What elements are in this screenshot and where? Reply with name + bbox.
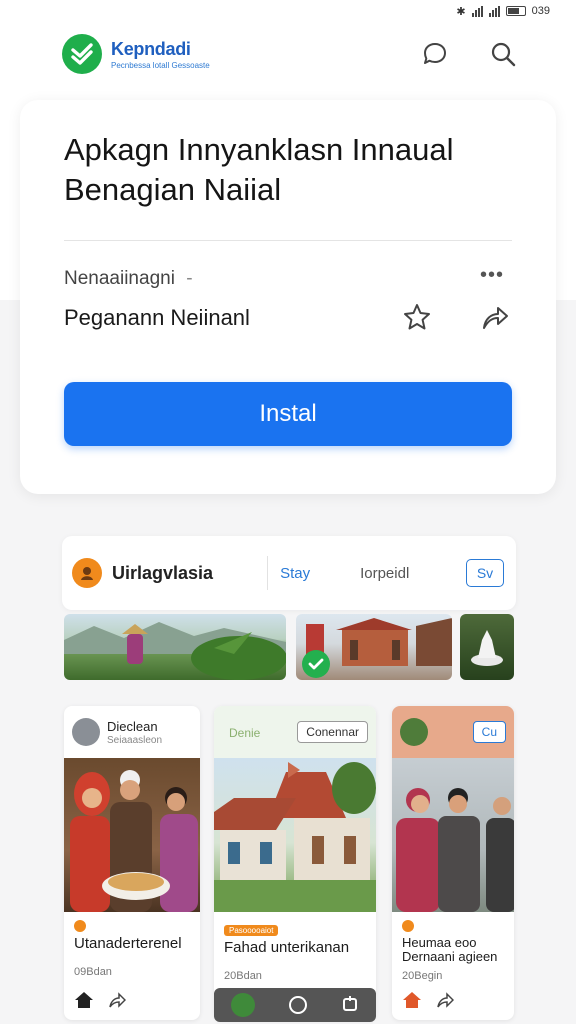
feed-card-header: Denie Conennar xyxy=(214,706,376,758)
feed-card-footer xyxy=(392,984,514,1020)
cell-signal-icon xyxy=(488,5,500,17)
developer-name[interactable]: Nenaaiinagni - xyxy=(64,268,193,290)
tab-iorpeidl[interactable]: Iorpeidl xyxy=(360,565,409,582)
feed-card-meta: 20Begin xyxy=(402,970,443,982)
divider xyxy=(64,240,512,241)
more-options-icon[interactable]: ••• xyxy=(480,264,504,287)
status-time: 039 xyxy=(531,5,550,17)
feed-card-action-button[interactable]: Conennar xyxy=(297,721,368,743)
publisher-name[interactable]: Uirlagvlasia xyxy=(112,563,213,584)
install-button[interactable]: Instal xyxy=(64,382,512,446)
screenshot-thumbnail[interactable] xyxy=(296,614,452,680)
feed-card-subtitle: Seiaaasleon xyxy=(107,734,163,746)
brand-name: Kepndadi xyxy=(111,38,191,59)
status-bar: ✱ 039 xyxy=(456,2,550,20)
developer-label: Nenaaiinagni xyxy=(64,268,175,289)
app-title-line1: Apkagn Innyanklasn Innaual xyxy=(64,132,454,167)
feed-card-meta: 09Bdan xyxy=(74,966,112,978)
app-title: Apkagn Innyanklasn Innaual Benagian Naii… xyxy=(64,130,484,210)
screenshot-thumbnail[interactable] xyxy=(64,614,286,680)
feed-card-title: Heumaa eoo Dernaani agieen xyxy=(402,935,498,964)
app-category: Peganann Neiinanl xyxy=(64,305,250,330)
store-logo-icon[interactable] xyxy=(62,34,102,74)
publisher-action-button[interactable]: Sv xyxy=(466,559,504,587)
home-icon[interactable] xyxy=(74,991,94,1014)
feed-card-action-button[interactable]: Cu xyxy=(472,721,506,743)
feed-card-author: Dieclean xyxy=(107,718,158,734)
feed-card[interactable]: Dieclean Seiaaasleon Utanaderterenel 09B… xyxy=(64,706,200,1020)
feed-card-header: Cu xyxy=(392,706,514,758)
divider xyxy=(267,556,269,590)
home-icon[interactable] xyxy=(402,991,422,1014)
feed-card-image[interactable] xyxy=(64,758,200,912)
feed-card-meta: 20Bdan xyxy=(224,970,262,982)
share-icon[interactable] xyxy=(436,991,455,1014)
feed-card-subtitle: Denie xyxy=(229,725,261,740)
screenshot-strip xyxy=(64,614,514,680)
app-title-line2: Benagian Naiial xyxy=(64,172,282,207)
publisher-bar: Uirlagvlasia Stay Iorpeidl Sv xyxy=(62,536,516,610)
feed-card-image[interactable] xyxy=(214,758,376,912)
avatar[interactable] xyxy=(400,718,428,746)
feed-card[interactable]: Cu Heumaa eoo Dernaani agieen 20Begin xyxy=(392,706,514,1020)
tab-stay[interactable]: Stay xyxy=(280,565,310,582)
feed-card-title: Fahad unterikanan xyxy=(224,939,350,956)
share-icon[interactable] xyxy=(480,302,510,337)
category-dot-icon xyxy=(74,920,86,932)
feed-card-title: Utanaderterenel xyxy=(74,935,182,952)
avatar[interactable] xyxy=(72,718,100,746)
bluetooth-icon: ✱ xyxy=(456,5,466,18)
home-circle-icon[interactable] xyxy=(289,996,307,1014)
screenshot-thumbnail[interactable] xyxy=(460,614,514,680)
app-header: Kepndadi Pecnbessa lotall Gessoaste xyxy=(62,32,518,76)
battery-icon xyxy=(505,6,526,16)
category-dot-icon xyxy=(402,920,414,932)
back-icon[interactable] xyxy=(341,994,359,1017)
brand: Kepndadi Pecnbessa lotall Gessoaste xyxy=(111,39,210,70)
feed-card-header: Dieclean Seiaaasleon xyxy=(64,706,200,758)
wifi-signal-icon xyxy=(471,5,483,17)
brand-tagline: Pecnbessa lotall Gessoaste xyxy=(111,60,210,70)
publisher-avatar-icon[interactable] xyxy=(72,558,102,588)
search-icon[interactable] xyxy=(488,39,518,69)
app-detail-card: Apkagn Innyanklasn Innaual Benagian Naii… xyxy=(20,100,556,494)
bottom-nav-bar xyxy=(214,988,376,1022)
share-icon[interactable] xyxy=(108,991,127,1014)
feed-card-footer xyxy=(64,984,200,1020)
verified-check-icon xyxy=(302,650,330,678)
feed-card[interactable]: Denie Conennar Pasooooaiot Fahad unterik… xyxy=(214,706,376,1020)
developer-suffix: - xyxy=(186,268,193,289)
feed-card-image[interactable] xyxy=(392,758,514,912)
wishlist-star-icon[interactable] xyxy=(402,302,432,337)
feed-card-badge: Pasooooaiot xyxy=(224,925,279,936)
chat-icon[interactable] xyxy=(420,39,450,69)
profile-avatar-icon[interactable] xyxy=(231,993,255,1017)
